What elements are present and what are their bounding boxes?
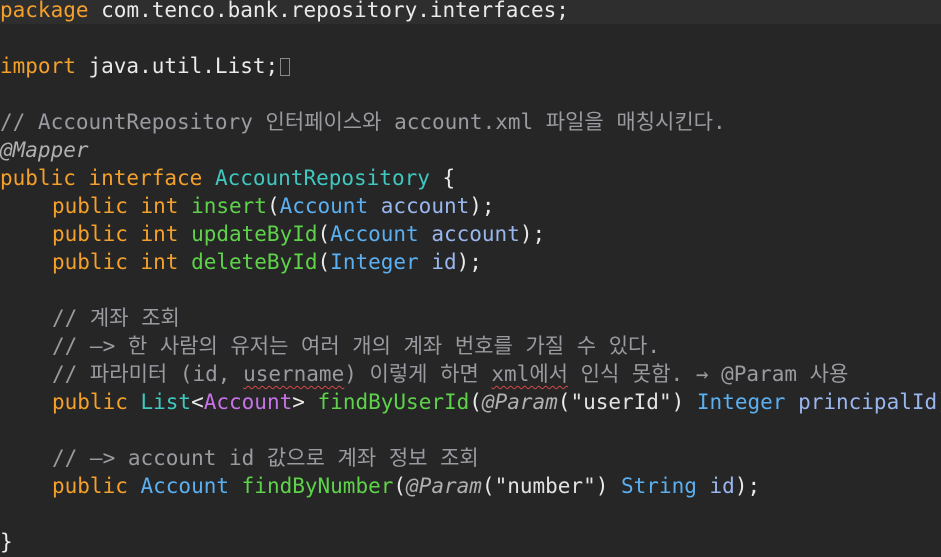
annotation: @Mapper [0,138,89,162]
code-line-comment[interactable]: // —> 한 사람의 유저는 여러 개의 계좌 번호를 가질 수 있다. [52,332,660,360]
string-literal: "userId" [570,390,672,414]
paren: ( [317,222,331,246]
spelling-warning: username [243,362,345,386]
keyword: public [52,250,128,274]
paren: ( [393,474,407,498]
comment: // AccountRepository 인터페이스와 account.xml … [0,110,726,134]
param-type: Integer [684,390,786,414]
paren: ); [469,194,495,218]
param-type: Account [279,194,369,218]
keyword: public [52,390,128,414]
paren: ); [519,222,546,246]
paren: ( [469,390,482,414]
keyword: public [52,474,128,498]
param-type: Account [330,222,419,246]
return-type: int [127,194,192,218]
paren: ); [734,474,761,498]
paren: ( [557,390,571,414]
comment: // —> account id 값으로 계좌 정보 조회 [52,446,479,470]
method-name: findByUserId [304,390,470,414]
code-line-closing-brace[interactable]: } [0,528,13,556]
return-type: Account [127,474,230,498]
code-line-find-by-number[interactable]: public Account findByNumber(@Param("numb… [52,472,760,500]
param-name: account [418,222,520,246]
string-literal: "number" [494,474,596,498]
code-editor[interactable]: package com.tenco.bank.repository.interf… [0,0,941,557]
param-type: String [608,474,697,498]
return-type: int [127,250,192,274]
keyword: public [52,194,128,218]
brace: { [429,166,456,190]
comment: ) 이렇게 하면 [344,362,492,386]
interface-name: AccountRepository [214,166,430,190]
paren: ); [456,250,482,274]
code-line-delete[interactable]: public int deleteById(Integer id); [52,248,482,276]
comment: 인식 못함. → @Param 사용 [567,362,849,386]
brace: } [0,530,13,554]
method-name: findByNumber [229,474,394,498]
param-name: principalId [785,390,938,414]
comment: // —> 한 사람의 유저는 여러 개의 계좌 번호를 가질 수 있다. [52,334,661,358]
param-name: id [696,474,735,498]
param-name: id [418,250,457,274]
annotation: @Param [481,390,558,414]
angle-bracket: < [191,390,204,414]
comment: // 파라미터 (id, [52,362,244,386]
paren: ); [937,390,941,414]
paren: ) [671,390,685,414]
code-line-import[interactable]: import java.util.List; [0,52,291,80]
return-type: int [127,222,192,246]
keyword: interface [75,166,215,190]
code-line-interface[interactable]: public interface AccountRepository { [0,164,455,192]
folded-block-icon[interactable] [280,58,291,76]
method-name: insert [191,194,267,218]
generic-type: Account [203,390,293,414]
method-name: deleteById [191,250,318,274]
param-type: Integer [330,250,419,274]
method-name: updateById [191,222,318,246]
annotation: @Param [406,474,482,498]
angle-bracket: > [292,390,305,414]
code-line-insert[interactable]: public int insert(Account account); [52,192,495,220]
code-line-comment[interactable]: // 계좌 조회 [52,304,180,332]
paren: ( [266,194,280,218]
paren: ) [595,474,609,498]
code-line-comment[interactable]: // AccountRepository 인터페이스와 account.xml … [0,108,726,136]
package-name: com.tenco.bank.repository.interfaces; [88,0,569,22]
code-line-comment[interactable]: // 파라미터 (id, username) 이렇게 하면 xml에서 인식 못… [52,360,848,388]
spelling-warning: xml에서 [491,362,568,386]
code-line-annotation[interactable]: @Mapper [0,136,89,164]
keyword: package [0,0,89,22]
code-line-find-by-user-id[interactable]: public List<Account> findByUserId(@Param… [52,388,941,416]
keyword: import [0,54,76,78]
keyword: public [52,222,128,246]
paren: ( [317,250,331,274]
code-line-package[interactable]: package com.tenco.bank.repository.interf… [0,0,569,24]
comment: // 계좌 조회 [52,306,180,330]
import-name: java.util.List; [75,54,279,78]
code-line-update[interactable]: public int updateById(Account account); [52,220,545,248]
paren: ( [481,474,495,498]
return-type: List [127,390,192,414]
code-line-comment[interactable]: // —> account id 값으로 계좌 정보 조회 [52,444,479,472]
param-name: account [368,194,470,218]
keyword: public [0,166,76,190]
